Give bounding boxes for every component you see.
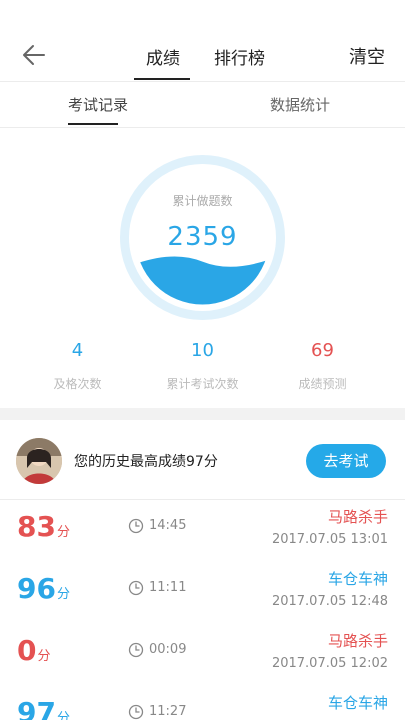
avatar bbox=[16, 438, 62, 484]
stat-prediction: 69 成绩预测 bbox=[255, 340, 390, 392]
gauge-value: 2359 bbox=[167, 222, 238, 252]
tab-ranking[interactable]: 排行榜 bbox=[214, 44, 265, 69]
tab-score[interactable]: 成绩 bbox=[146, 44, 180, 69]
record-duration: 11:11 bbox=[149, 580, 187, 595]
record-duration: 00:09 bbox=[149, 642, 187, 657]
record-title: 马路杀手 bbox=[327, 632, 388, 650]
clock-icon bbox=[128, 518, 144, 534]
stat-label: 累计考试次数 bbox=[166, 377, 239, 391]
score-unit: 分 bbox=[56, 525, 70, 540]
section-divider bbox=[0, 408, 405, 420]
active-subtab-indicator bbox=[68, 123, 118, 125]
record-duration: 14:45 bbox=[149, 518, 187, 533]
record-score: 97分 bbox=[17, 696, 70, 720]
record-date: 2017.07.05 13:01 bbox=[271, 532, 388, 547]
record-date: 2017.07.05 12:48 bbox=[271, 594, 388, 609]
record-title: 车仓车神 bbox=[327, 570, 388, 588]
stat-value: 69 bbox=[311, 340, 334, 361]
tab-statistics[interactable]: 数据统计 bbox=[270, 94, 330, 115]
score-unit: 分 bbox=[37, 649, 51, 664]
top-bar: 成绩 排行榜 清空 bbox=[0, 0, 405, 82]
score-value: 0 bbox=[17, 634, 37, 667]
score-unit: 分 bbox=[56, 711, 70, 720]
score-value: 97 bbox=[17, 696, 56, 720]
record-score: 83分 bbox=[17, 510, 70, 543]
score-value: 83 bbox=[17, 510, 56, 543]
clock-icon bbox=[128, 642, 144, 658]
gauge-label: 累计做题数 bbox=[172, 194, 233, 208]
stat-value: 10 bbox=[191, 340, 214, 361]
record-score: 0分 bbox=[17, 634, 51, 667]
stat-pass-count: 4 及格次数 bbox=[10, 340, 145, 392]
gauge-wave-fill bbox=[135, 256, 270, 305]
clock-icon bbox=[128, 580, 144, 596]
record-date: 2017.07.05 12:02 bbox=[271, 656, 388, 671]
active-tab-indicator bbox=[134, 78, 190, 80]
record-row[interactable]: 83分 14:45 马路杀手 2017.07.05 13:01 bbox=[0, 500, 405, 562]
record-duration: 11:27 bbox=[149, 704, 187, 719]
record-title: 车仓车神 bbox=[327, 694, 388, 712]
best-score-row: 您的历史最高成绩97分 去考试 bbox=[0, 420, 405, 500]
record-row[interactable]: 97分 11:27 车仓车神 bbox=[0, 686, 405, 720]
tab-exam-records[interactable]: 考试记录 bbox=[68, 94, 128, 115]
score-value: 96 bbox=[17, 572, 56, 605]
record-title: 马路杀手 bbox=[327, 508, 388, 526]
best-score-text: 您的历史最高成绩97分 bbox=[74, 454, 218, 470]
record-row[interactable]: 96分 11:11 车仓车神 2017.07.05 12:48 bbox=[0, 562, 405, 624]
stat-label: 成绩预测 bbox=[298, 377, 347, 391]
record-score: 96分 bbox=[17, 572, 70, 605]
clear-button[interactable]: 清空 bbox=[349, 43, 385, 69]
stat-exam-count: 10 累计考试次数 bbox=[135, 340, 270, 392]
record-row[interactable]: 0分 00:09 马路杀手 2017.07.05 12:02 bbox=[0, 624, 405, 686]
clock-icon bbox=[128, 704, 144, 720]
back-arrow-icon[interactable] bbox=[18, 38, 52, 72]
sub-tab-bar: 考试记录 数据统计 bbox=[0, 82, 405, 128]
take-exam-button[interactable]: 去考试 bbox=[306, 444, 386, 478]
stat-value: 4 bbox=[71, 340, 84, 361]
score-unit: 分 bbox=[56, 587, 70, 602]
stat-label: 及格次数 bbox=[53, 377, 102, 391]
